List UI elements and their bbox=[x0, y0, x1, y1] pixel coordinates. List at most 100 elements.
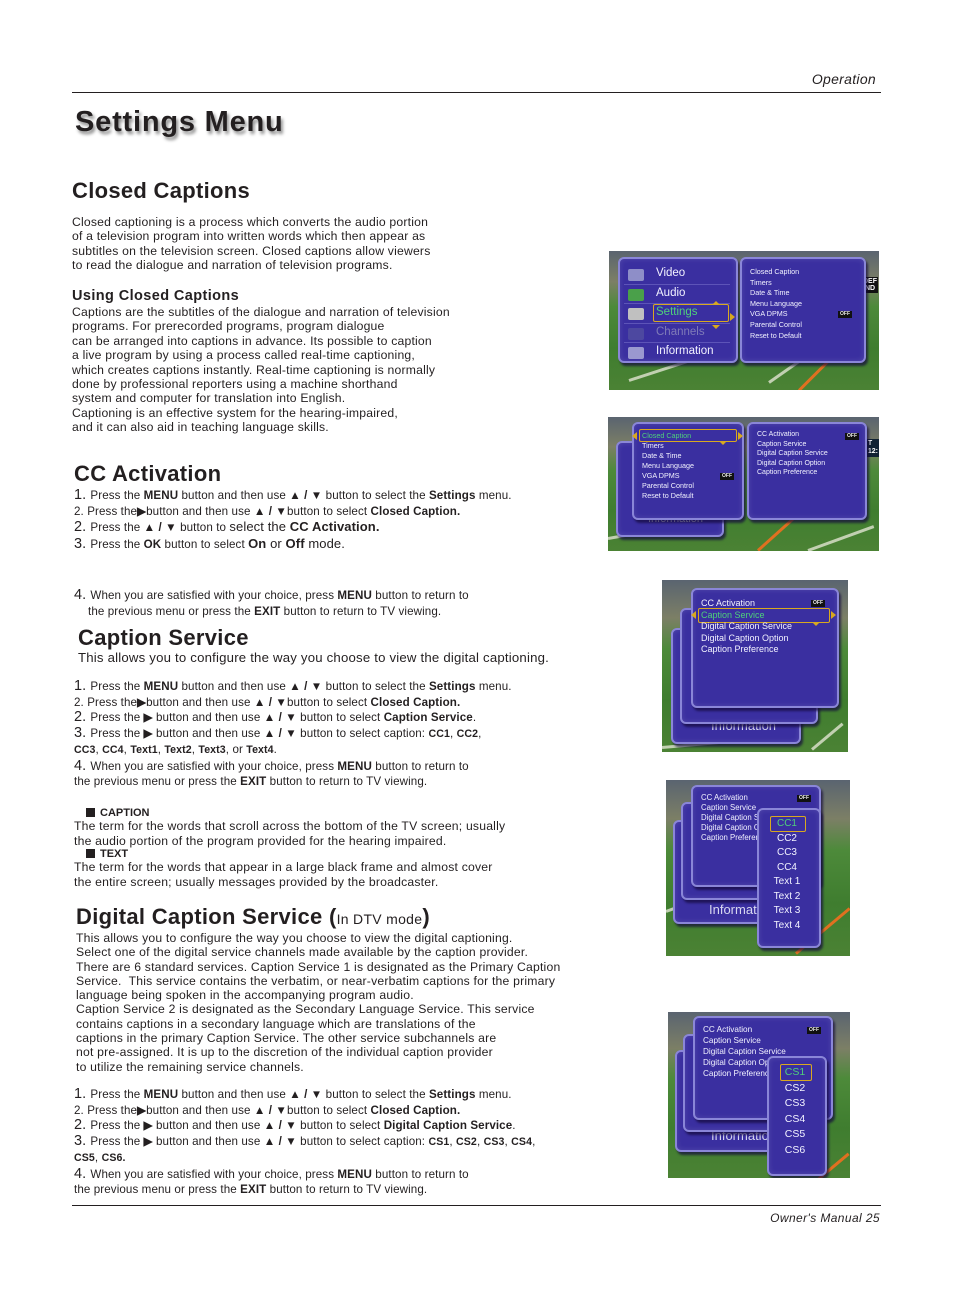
menu-icon-information bbox=[628, 347, 644, 359]
text-fragment: button to select bbox=[286, 1103, 371, 1117]
text-fragment: button and then use bbox=[152, 1119, 264, 1132]
bold-term: ▲ / ▼ bbox=[253, 1103, 287, 1117]
bold-term: Closed Caption. bbox=[370, 695, 461, 709]
instruction-step: 2. Press the▶button and then use ▲ / ▼bu… bbox=[74, 504, 512, 520]
term-description: The term for the words that appear in a … bbox=[74, 860, 493, 874]
step-number: 2. bbox=[74, 504, 88, 518]
text-line: subtitles on the television screen. Clos… bbox=[72, 243, 431, 258]
menu-item: Closed Caption bbox=[750, 267, 800, 276]
bold-term: ▲ / ▼ bbox=[289, 489, 323, 502]
using-closed-captions-text: Captions are the subtitles of the dialog… bbox=[72, 305, 450, 435]
text-fragment: button and then use bbox=[146, 1103, 254, 1117]
option-code: CS6. bbox=[101, 1152, 126, 1164]
text-fragment: , bbox=[449, 726, 457, 740]
text-fragment: Press the bbox=[90, 726, 144, 740]
instruction-step: 3. Press the ▶ button and then use ▲ / ▼… bbox=[74, 1133, 535, 1151]
step-number: 2. bbox=[74, 1103, 88, 1117]
bold-term: ▲ / ▼ bbox=[263, 1119, 297, 1132]
closed-caption-menu-panel: CC Activation OFF Caption Service Digital C… bbox=[691, 588, 839, 708]
text-fragment: button to select bbox=[161, 537, 249, 551]
using-closed-captions-heading: Using Closed Captions bbox=[72, 288, 240, 304]
field-line bbox=[807, 525, 875, 551]
bold-term: Settings bbox=[428, 489, 476, 502]
text-fragment: button to return to TV viewing. bbox=[280, 604, 442, 618]
instruction-step: 2. Press the ▲ / ▼ button to select the … bbox=[74, 519, 512, 536]
instruction-step: the previous menu or press the EXIT butt… bbox=[74, 774, 512, 790]
menu-item: Date & Time bbox=[642, 451, 682, 460]
arrow-down-icon bbox=[812, 621, 820, 626]
menu-item: Channels bbox=[656, 325, 705, 338]
text-fragment: the previous menu or press the bbox=[88, 604, 255, 618]
bold-term: ▲ / ▼ bbox=[263, 726, 297, 740]
text-fragment: button to return to bbox=[371, 759, 469, 773]
cc-activation-steps: 1. Press the MENU button and then use ▲ … bbox=[74, 487, 512, 552]
text-fragment: , bbox=[94, 1151, 102, 1164]
text-fragment: , bbox=[478, 726, 482, 740]
menu-item: Caption Service bbox=[757, 440, 807, 448]
text-fragment: , bbox=[476, 1134, 484, 1148]
footer-label: Owner's Manual 25 bbox=[770, 1211, 880, 1225]
score-text: T bbox=[867, 440, 873, 447]
arrow-down-icon bbox=[719, 441, 727, 446]
cc-activation-heading: CC Activation bbox=[74, 461, 222, 486]
option-code: CS1 bbox=[428, 1135, 450, 1148]
menu-item: CC Activation bbox=[757, 431, 800, 438]
option-code: Text2 bbox=[164, 744, 192, 756]
instruction-step: 2. Press the▶button and then use ▲ / ▼bu… bbox=[74, 1103, 535, 1119]
settings-submenu-panel: Closed Caption Timers Date & Time Menu Lang… bbox=[740, 257, 866, 363]
text-fragment: When you are satisfied with your choice,… bbox=[90, 759, 338, 773]
tv-screenshot-settings-menu: T 12: Information Closed CaptionTimersDa… bbox=[608, 417, 879, 551]
instruction-step: CC3, CC4, Text1, Text2, Text3, or Text4. bbox=[74, 742, 512, 759]
text-fragment: Press the bbox=[90, 1134, 144, 1148]
text-line: Service. This service contains the verba… bbox=[76, 973, 556, 988]
instruction-step: CS5, CS6. bbox=[74, 1150, 535, 1167]
text-fragment: button and then use bbox=[146, 695, 254, 709]
bold-term: MENU bbox=[143, 489, 179, 502]
instruction-step: 2. Press the ▶ button and then use ▲ / ▼… bbox=[74, 709, 512, 726]
score-text: 12: bbox=[867, 448, 878, 455]
bold-term: ▲ / ▼ bbox=[289, 680, 323, 693]
term-name: CAPTION bbox=[100, 807, 150, 819]
menu-item: Digital Caption Service bbox=[701, 621, 793, 632]
text-fragment: button to select bbox=[296, 1119, 384, 1132]
instruction-step: 2. Press the▶button and then use ▲ / ▼bu… bbox=[74, 695, 512, 711]
menu-item: Video bbox=[656, 267, 686, 279]
menu-item: Text 2 bbox=[773, 890, 801, 902]
text-fragment: button and then use bbox=[146, 504, 254, 518]
bold-term: On bbox=[248, 535, 267, 551]
option-code: Text1 bbox=[130, 744, 158, 756]
instruction-step: 4. When you are satisfied with your choi… bbox=[74, 1166, 535, 1183]
arrow-down-icon bbox=[712, 325, 720, 329]
text-fragment: Press the bbox=[90, 680, 144, 693]
option-code: CS3 bbox=[483, 1135, 505, 1148]
settings-menu-panel: Closed Caption Timers Date & Time Menu Lang… bbox=[632, 422, 744, 520]
menu-separator bbox=[624, 283, 730, 285]
caption-service-steps: 1. Press the MENU button and then use ▲ … bbox=[74, 678, 512, 790]
bold-term: Caption Service bbox=[383, 711, 473, 724]
menu-item: CC Activation bbox=[701, 598, 756, 608]
digital-caption-service-heading: Digital Caption Service (In DTV mode) bbox=[76, 904, 430, 930]
text-line: Closed captioning is a process which con… bbox=[72, 215, 429, 229]
text-fragment: button and then use bbox=[152, 726, 264, 740]
term-description: the audio portion of the program provide… bbox=[74, 833, 447, 848]
menu-item: CS2 bbox=[784, 1081, 806, 1094]
bold-term: MENU bbox=[337, 759, 372, 773]
menu-item: Digital Caption Service bbox=[757, 450, 828, 457]
text-fragment: button to return to bbox=[371, 589, 469, 602]
text-line: to read the dialogue and narration of te… bbox=[72, 258, 393, 273]
footer-manual: Owner's Manual bbox=[770, 1211, 863, 1225]
option-code: CS5 bbox=[74, 1152, 95, 1164]
text-line: and it can also aid in teaching language… bbox=[72, 420, 329, 435]
menu-item: CS5 bbox=[784, 1128, 806, 1140]
menu-item: VGA DPMS bbox=[750, 309, 788, 319]
menu-item: CC4 bbox=[776, 861, 797, 873]
text-fragment: . bbox=[472, 711, 477, 724]
menu-item: Caption Service bbox=[703, 1036, 761, 1045]
instruction-step: 1. Press the MENU button and then use ▲ … bbox=[74, 678, 512, 695]
bold-term: ▲ / ▼ bbox=[253, 504, 287, 518]
page-title: Settings Menu bbox=[75, 106, 284, 138]
digital-caption-service-steps: 1. Press the MENU button and then use ▲ … bbox=[74, 1086, 535, 1198]
menu-icon-video bbox=[628, 269, 644, 281]
caption-service-options-panel: CC1 CC2 CC3 CC4 Text 1 Text 2 Text 3 Text 4 bbox=[757, 808, 821, 948]
bold-term: ▶ bbox=[143, 1134, 153, 1148]
